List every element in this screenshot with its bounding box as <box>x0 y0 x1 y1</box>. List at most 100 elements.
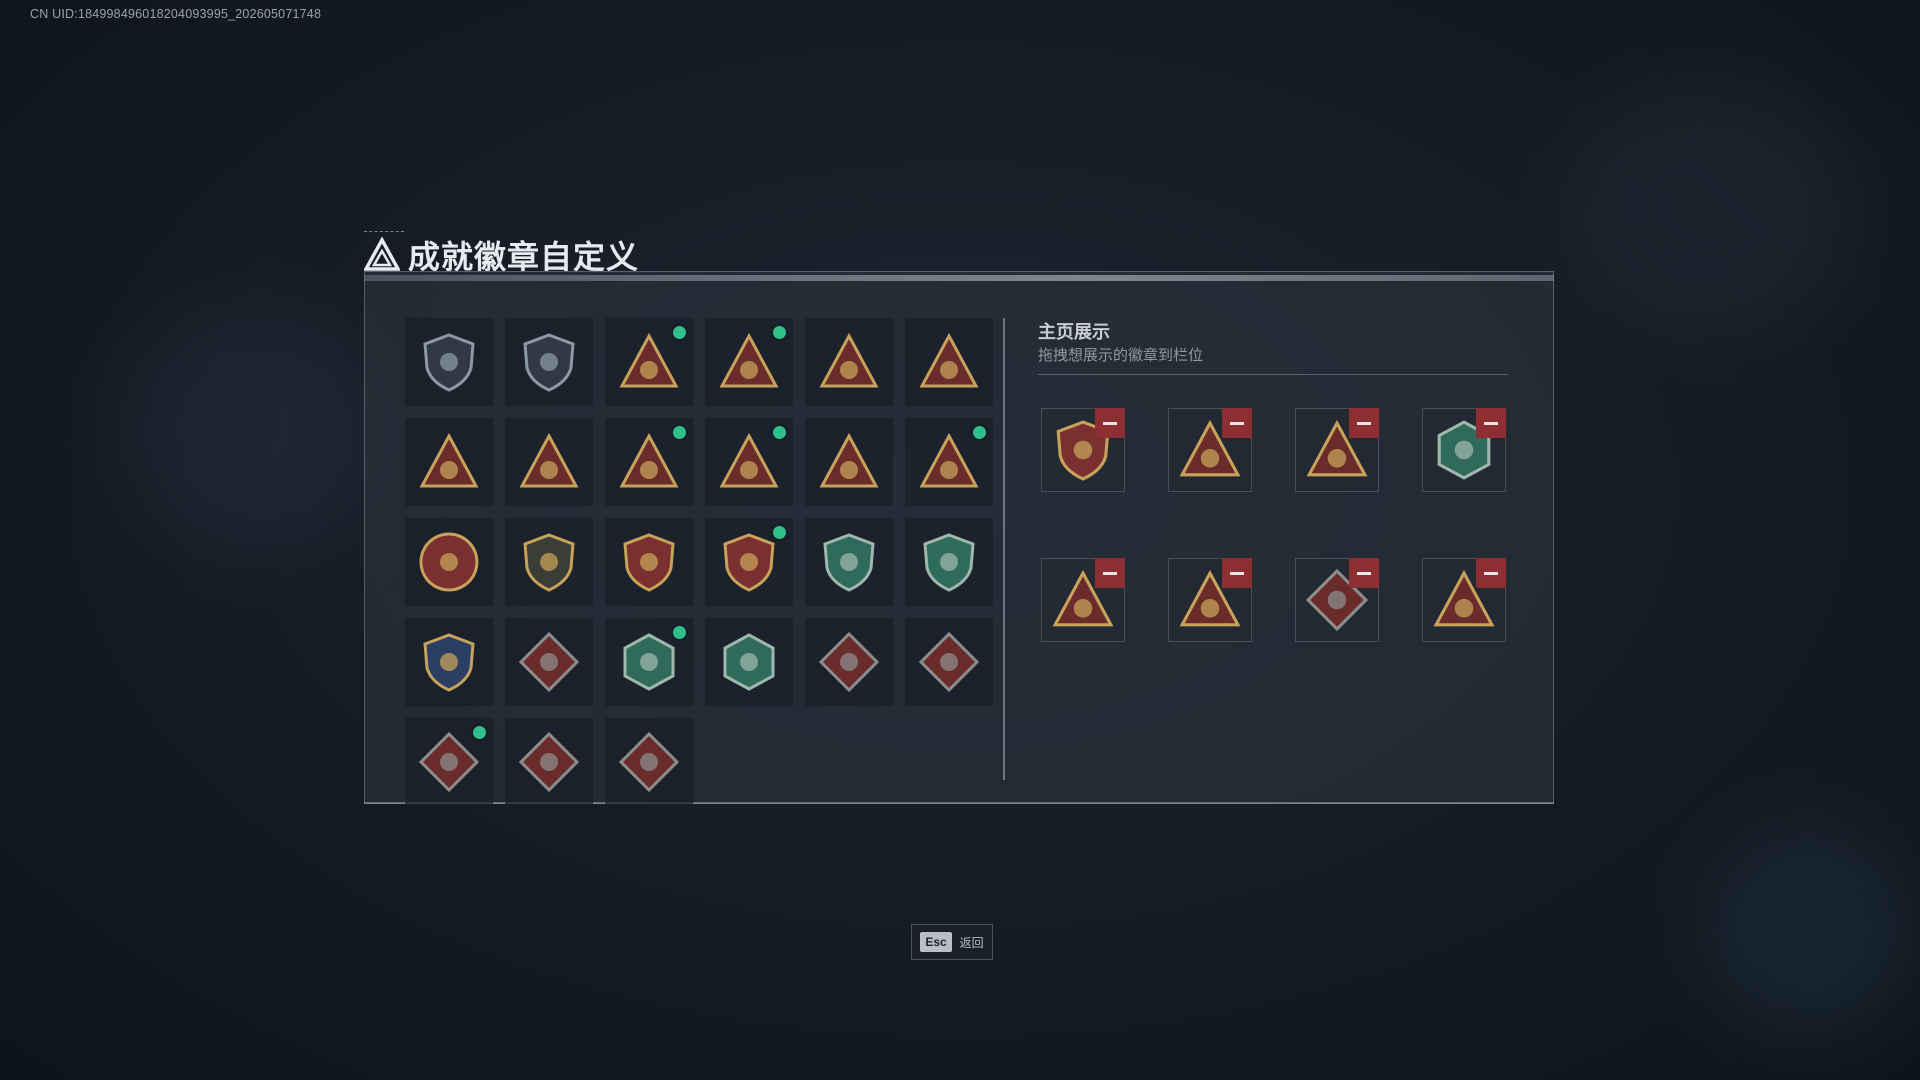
badge-cell[interactable] <box>905 418 993 506</box>
horse-badge-icon <box>519 732 579 792</box>
panel-top-accent <box>364 275 1554 281</box>
chevron-shield-badge-icon <box>523 533 575 592</box>
new-indicator-dot <box>773 426 786 439</box>
showcase-divider <box>1038 374 1508 375</box>
badge-cell[interactable] <box>805 518 893 606</box>
wings-crest-badge-icon <box>423 633 475 692</box>
back-button[interactable]: Esc 返回 <box>911 924 993 960</box>
rockets-badge-icon <box>919 432 979 488</box>
showcase-slot[interactable] <box>1041 558 1125 642</box>
badge-cell[interactable] <box>505 318 593 406</box>
showcase-slot[interactable] <box>1422 558 1506 642</box>
eagle-crest-badge-icon <box>623 533 675 592</box>
showcase-slot[interactable] <box>1295 408 1379 492</box>
badge-cell[interactable] <box>605 518 693 606</box>
shield-triangle-badge-icon <box>423 333 475 392</box>
showcase-slots <box>1041 408 1506 642</box>
minus-icon <box>1230 571 1244 575</box>
bullets-badge-icon <box>723 633 775 691</box>
eagle-crest-2-badge-icon <box>723 533 775 592</box>
soldiers-badge-icon <box>819 432 879 488</box>
dragon-badge-icon <box>819 632 879 692</box>
badge-cell[interactable] <box>505 418 593 506</box>
new-indicator-dot <box>773 526 786 539</box>
new-indicator-dot <box>973 426 986 439</box>
dragon-2-badge-icon <box>919 632 979 692</box>
showcase-slot[interactable] <box>1168 408 1252 492</box>
remove-badge-button[interactable] <box>1349 558 1379 588</box>
badge-cell[interactable] <box>605 618 693 706</box>
badge-cell[interactable] <box>405 518 493 606</box>
badge-cell[interactable] <box>505 718 593 806</box>
safe-box-badge-icon <box>819 332 879 388</box>
badge-cell[interactable] <box>405 618 493 706</box>
player-uid: CN UID:1849984960182040939​95_2026050717… <box>30 7 322 21</box>
new-indicator-dot <box>673 426 686 439</box>
remove-badge-button[interactable] <box>1222 558 1252 588</box>
new-indicator-dot <box>673 326 686 339</box>
showcase-subtitle: 拖拽想展示的徽章到栏位 <box>1038 346 1204 364</box>
crosshair-rifle-badge-icon <box>823 533 875 592</box>
minus-icon <box>1230 421 1244 425</box>
badge-collection-grid <box>405 318 993 806</box>
badge-cell[interactable] <box>805 618 893 706</box>
showcase-title: 主页展示 <box>1038 322 1110 343</box>
badge-cell[interactable] <box>705 318 793 406</box>
badge-cell[interactable] <box>605 318 693 406</box>
badge-cell[interactable] <box>705 518 793 606</box>
helicopter-badge-icon <box>523 333 575 392</box>
back-label: 返回 <box>959 935 984 950</box>
minus-icon <box>1357 571 1371 575</box>
badge-cell[interactable] <box>505 518 593 606</box>
showcase-slot[interactable] <box>1168 558 1252 642</box>
badge-cell[interactable] <box>405 718 493 806</box>
badge-cell[interactable] <box>505 618 593 706</box>
minus-icon <box>1103 421 1117 425</box>
runner-badge-icon <box>419 732 479 792</box>
badge-cell[interactable] <box>405 318 493 406</box>
showcase-slot[interactable] <box>1295 558 1379 642</box>
minus-icon <box>1484 421 1498 425</box>
compass-star-badge-icon <box>419 532 479 592</box>
badge-cell[interactable] <box>705 418 793 506</box>
badge-cell[interactable] <box>805 418 893 506</box>
badge-cell[interactable] <box>805 318 893 406</box>
badge-cell[interactable] <box>905 318 993 406</box>
minus-icon <box>1484 571 1498 575</box>
minus-icon <box>1103 571 1117 575</box>
triangle-logo-icon <box>364 237 400 271</box>
badge-cell[interactable] <box>905 518 993 606</box>
remove-badge-button[interactable] <box>1095 408 1125 438</box>
safe-5b-badge-icon <box>919 332 979 388</box>
minus-icon <box>1357 421 1371 425</box>
remove-badge-button[interactable] <box>1222 408 1252 438</box>
panel-divider <box>1003 318 1005 780</box>
showcase-slot[interactable] <box>1041 408 1125 492</box>
laurel-crest-badge-icon <box>719 432 779 488</box>
new-indicator-dot <box>673 626 686 639</box>
badge-cell[interactable] <box>705 618 793 706</box>
wolf-badge-icon <box>519 632 579 692</box>
badge-cell[interactable] <box>605 418 693 506</box>
remove-badge-button[interactable] <box>1476 408 1506 438</box>
background-glow <box>1560 80 1860 340</box>
crosshair-rifle-2-badge-icon <box>923 533 975 592</box>
money-bag-badge-icon <box>619 332 679 388</box>
showcase-slot[interactable] <box>1422 408 1506 492</box>
esc-key-icon: Esc <box>920 932 952 952</box>
gold-pile-badge-icon <box>419 432 479 488</box>
background-glow <box>1700 820 1920 1040</box>
new-indicator-dot <box>773 326 786 339</box>
remove-badge-button[interactable] <box>1349 408 1379 438</box>
badge-cell[interactable] <box>405 418 493 506</box>
medkit-badge-icon <box>619 732 679 792</box>
new-indicator-dot <box>473 726 486 739</box>
number-one-badge-icon <box>519 432 579 488</box>
remove-badge-button[interactable] <box>1095 558 1125 588</box>
badge-cell[interactable] <box>605 718 693 806</box>
hornet-badge-icon <box>623 633 675 691</box>
gold-bar-badge-icon <box>619 432 679 488</box>
remove-badge-button[interactable] <box>1476 558 1506 588</box>
badge-cell[interactable] <box>905 618 993 706</box>
money-bag-5b-badge-icon <box>719 332 779 388</box>
